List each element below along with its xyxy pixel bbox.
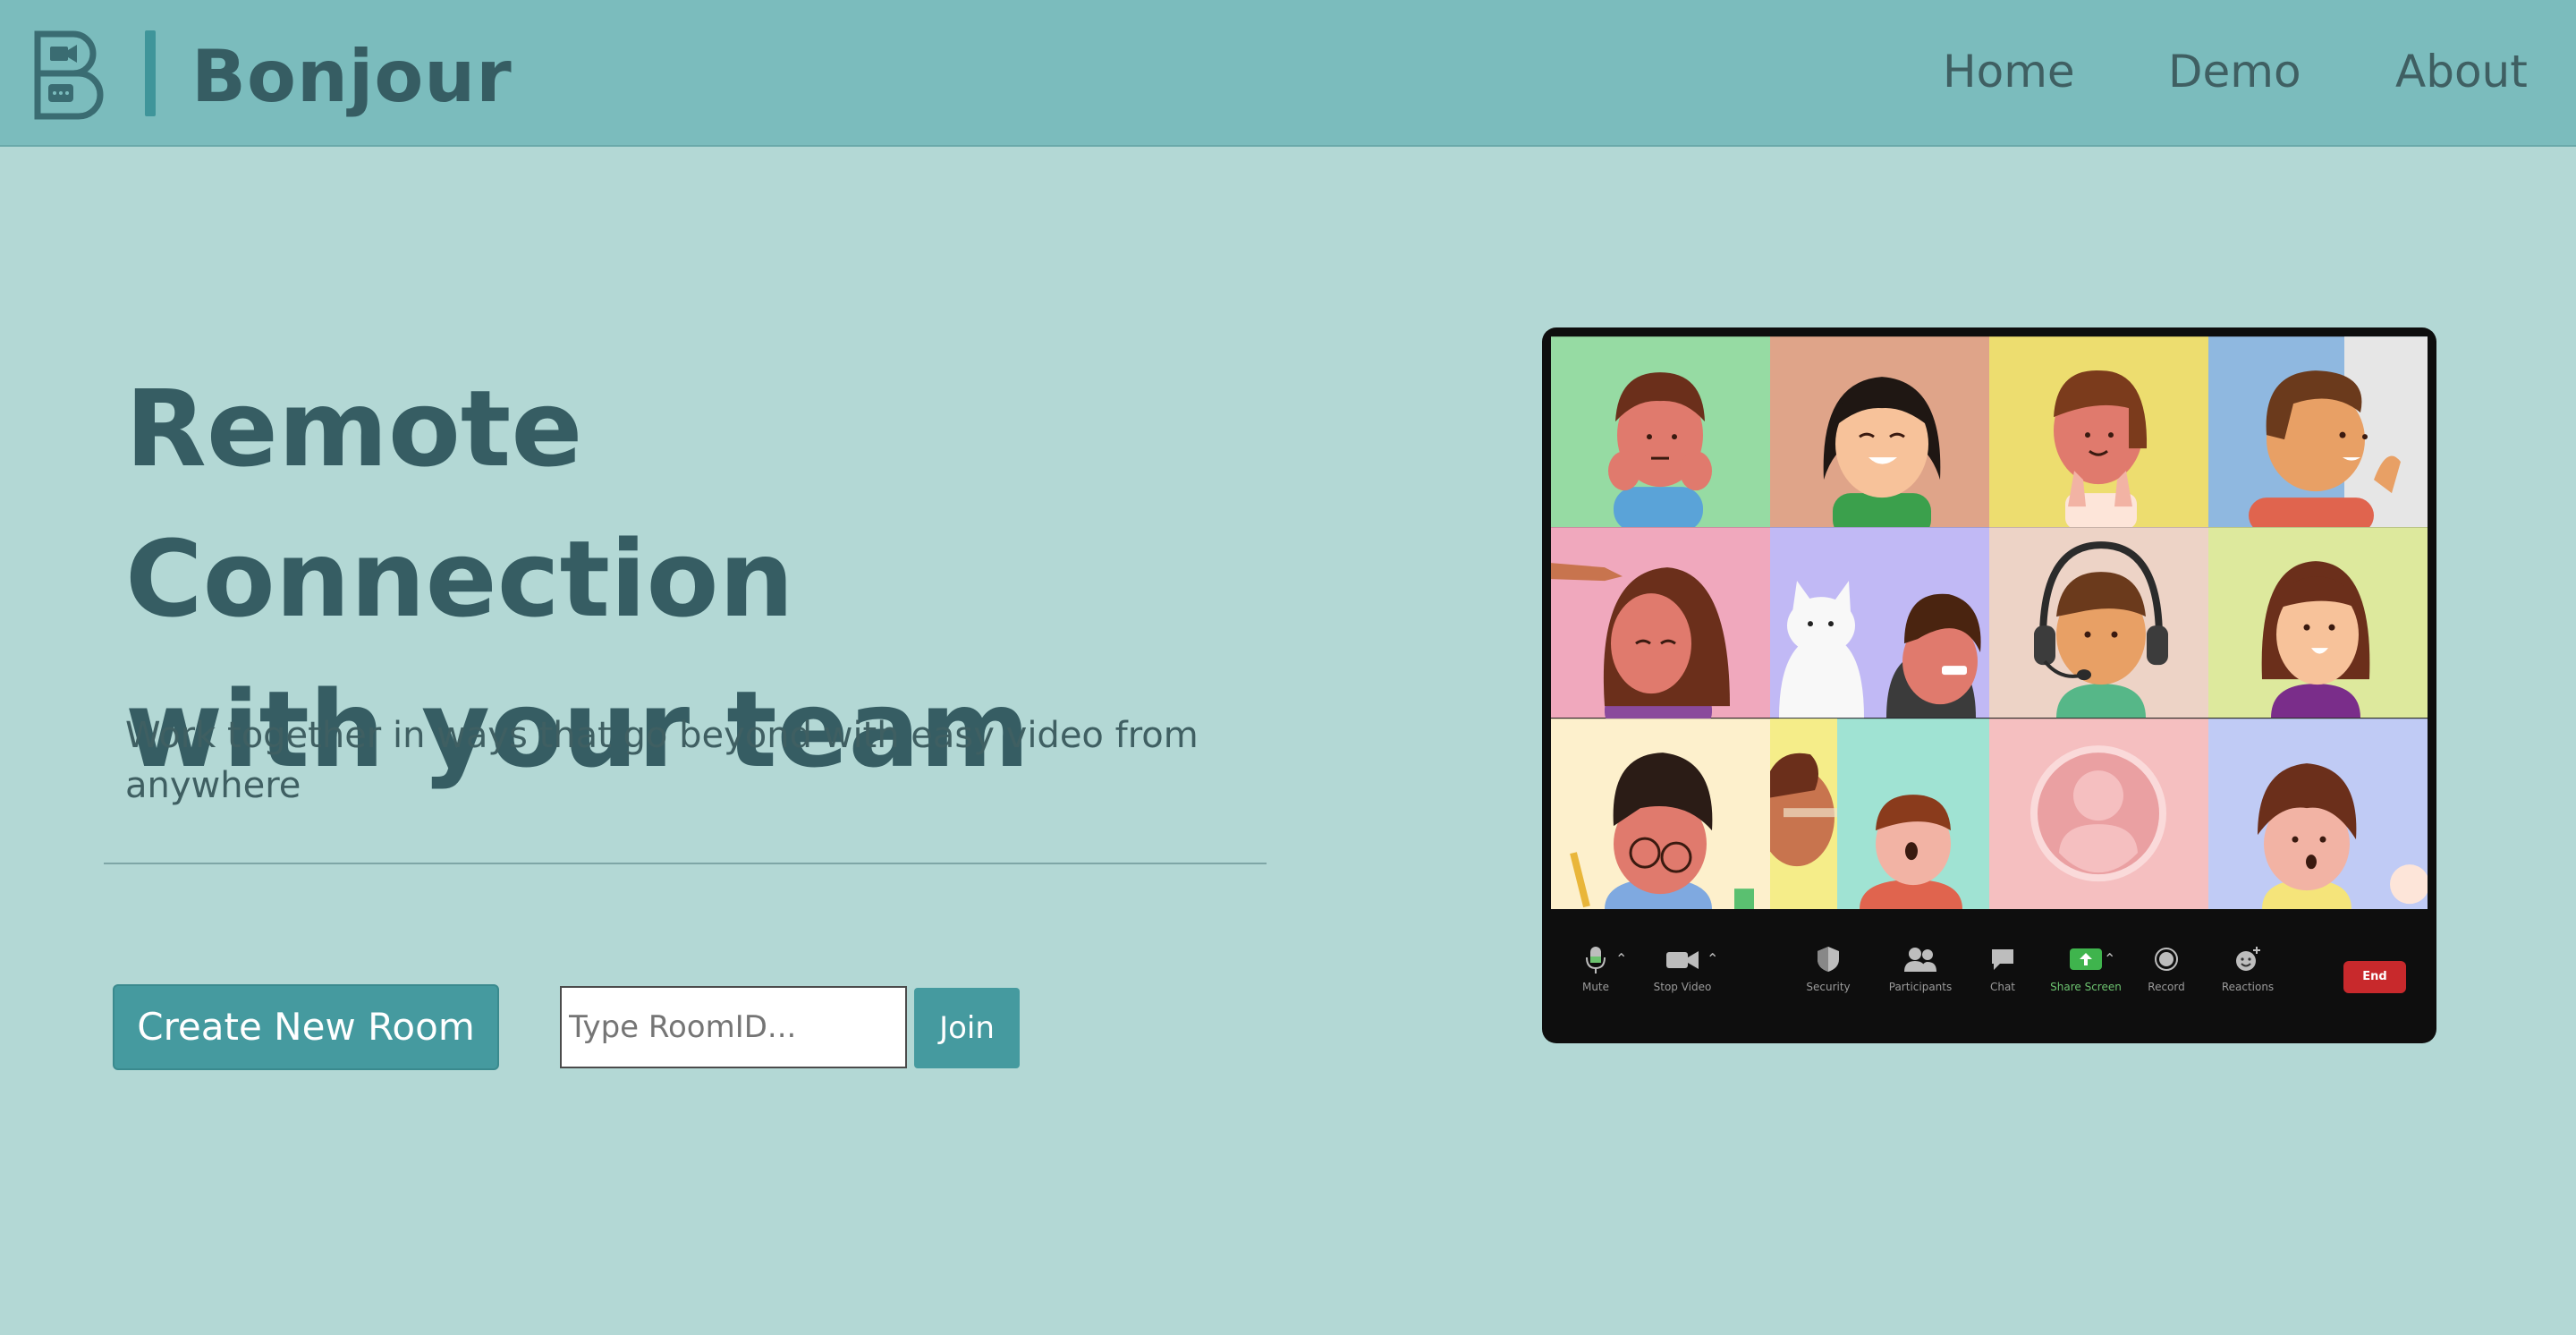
- participant-avatar-icon: [1770, 718, 1989, 909]
- participant-tile: [1551, 527, 1770, 719]
- share-screen-label: Share Screen: [2050, 981, 2122, 993]
- video-camera-icon: [1666, 951, 1699, 969]
- security-label: Security: [1806, 981, 1851, 993]
- emoji-reaction-icon: [2236, 947, 2260, 971]
- record-icon: [2155, 948, 2178, 971]
- nav-about-link[interactable]: About: [2395, 39, 2528, 104]
- record-label: Record: [2148, 981, 2185, 993]
- video-meeting-illustration: Mute ⌃ Stop Video ⌃ Security Participant…: [1542, 327, 2436, 1043]
- participant-tile: [1989, 527, 2208, 719]
- participant-avatar-icon: [1551, 336, 1770, 528]
- logo-divider: [145, 30, 156, 116]
- room-id-input[interactable]: [560, 986, 907, 1068]
- participant-tile: [1770, 336, 1989, 528]
- mute-control: Mute: [1546, 945, 1645, 993]
- participant-avatar-icon: [1551, 527, 1770, 719]
- security-control: Security: [1779, 945, 1877, 993]
- chat-label: Chat: [1989, 981, 2016, 993]
- chevron-up-icon: ⌃: [1707, 950, 1719, 967]
- participants-icon: [1904, 948, 1936, 972]
- participant-avatar-icon: [1770, 527, 1989, 719]
- hero-divider: [104, 863, 1267, 864]
- chat-bubble-icon: [1992, 949, 2013, 970]
- chevron-up-icon: ⌃: [2104, 950, 2116, 967]
- participant-avatar-icon: [1989, 336, 2208, 528]
- participant-grid: [1551, 336, 2428, 909]
- participant-avatar-icon: [2208, 336, 2428, 528]
- mute-label: Mute: [1581, 981, 1610, 993]
- microphone-icon: [1586, 947, 1606, 974]
- brand-name[interactable]: Bonjour: [191, 32, 513, 122]
- participant-tile: [1551, 718, 1770, 909]
- navbar: Bonjour Home Demo About: [0, 0, 2576, 147]
- participant-tile: [1989, 336, 2208, 528]
- participant-avatar-icon: [2208, 527, 2428, 719]
- chevron-up-icon: ⌃: [1615, 950, 1628, 967]
- meeting-toolbar: Mute ⌃ Stop Video ⌃ Security Participant…: [1551, 914, 2428, 1034]
- participant-tile: [1989, 718, 2208, 909]
- participant-avatar-icon: [1551, 718, 1770, 909]
- bonjour-logo-icon[interactable]: [32, 29, 104, 122]
- stop-video-label: Stop Video: [1653, 981, 1712, 993]
- participant-tile: [2208, 336, 2428, 528]
- participant-avatar-icon: [1770, 336, 1989, 528]
- participant-avatar-icon: [2208, 718, 2428, 909]
- participant-tile: [2208, 718, 2428, 909]
- reactions-label: Reactions: [2221, 981, 2275, 993]
- hero-subtext: Work together in ways that go beyond wit…: [125, 715, 1199, 806]
- shield-icon: [1818, 947, 1839, 972]
- participant-tile: [1770, 527, 1989, 719]
- nav-demo-link[interactable]: Demo: [2168, 39, 2301, 104]
- end-meeting-button: End: [2343, 961, 2406, 993]
- share-screen-icon: [2070, 948, 2102, 970]
- participants-label: Participants: [1888, 981, 1953, 993]
- nav-home-link[interactable]: Home: [1943, 39, 2075, 104]
- participant-tile: [2208, 527, 2428, 719]
- placeholder-avatar-icon: [1989, 718, 2208, 909]
- reactions-control: Reactions: [2199, 945, 2297, 993]
- hero-headline-line1: Remote Connection: [125, 367, 794, 641]
- create-room-button[interactable]: Create New Room: [113, 984, 499, 1070]
- join-button[interactable]: Join: [914, 988, 1020, 1068]
- participant-tile: [1770, 718, 1989, 909]
- participant-tile: [1551, 336, 1770, 528]
- participant-avatar-icon: [1989, 527, 2208, 719]
